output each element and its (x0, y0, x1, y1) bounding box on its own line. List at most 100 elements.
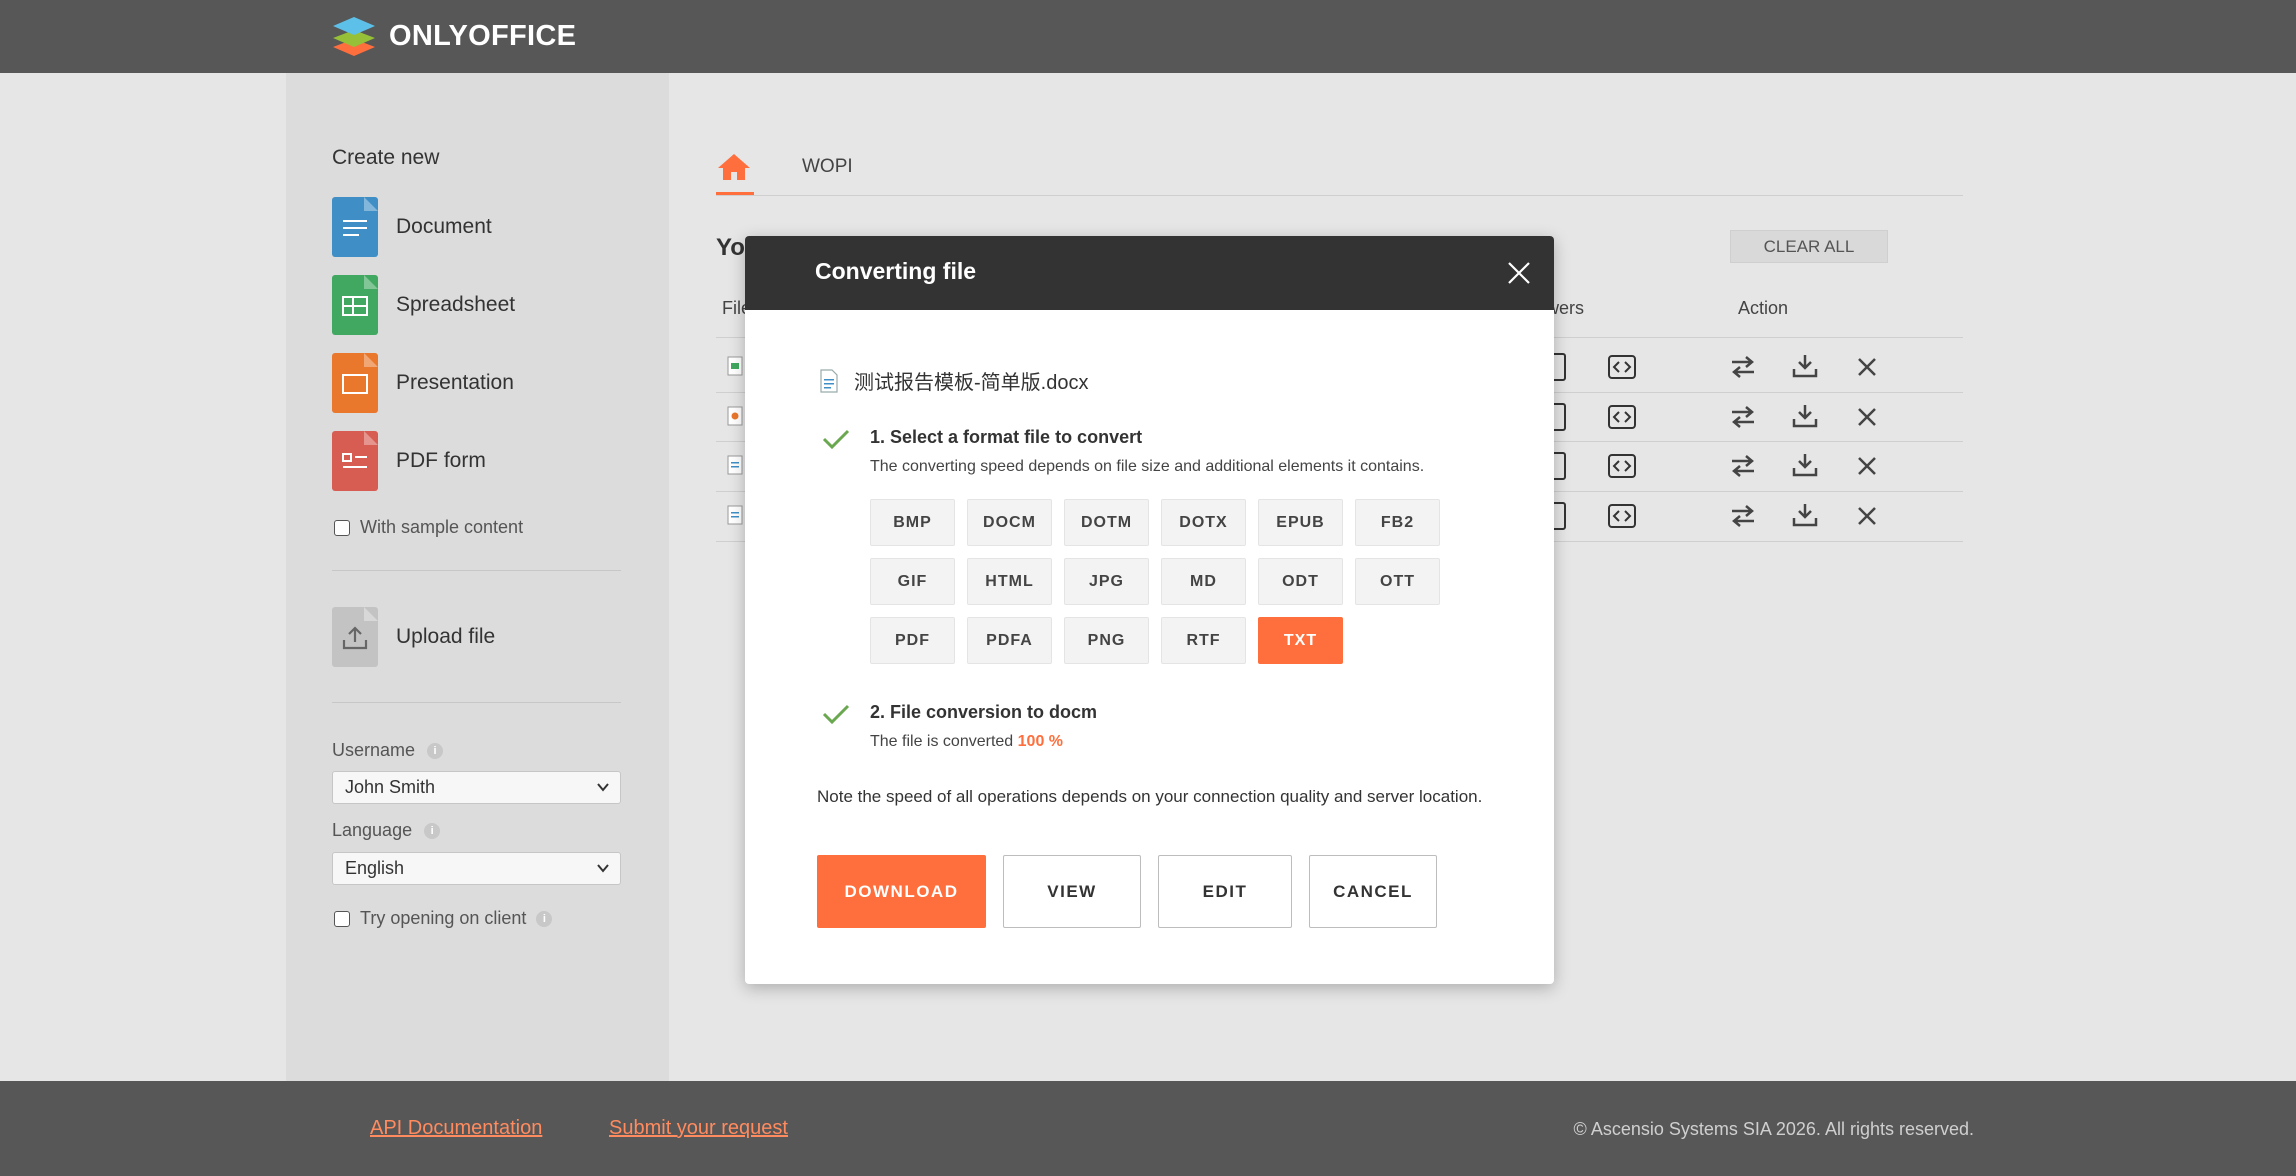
document-file-icon (727, 505, 743, 525)
username-value: John Smith (345, 777, 436, 797)
create-spreadsheet-label: Spreadsheet (396, 293, 516, 316)
converting-file-dialog: Converting file 测试报告模板-简单版.docx 1. Selec… (745, 236, 1554, 984)
language-select[interactable]: English (332, 852, 621, 885)
create-presentation[interactable]: Presentation (332, 353, 514, 413)
format-gif[interactable]: GIF (870, 558, 955, 605)
embed-view-icon[interactable] (1608, 355, 1636, 379)
download-icon[interactable] (1792, 452, 1818, 478)
language-label: Language (332, 820, 413, 840)
username-label: Username (332, 740, 416, 760)
create-new-title: Create new (332, 146, 440, 169)
step1-description: The converting speed depends on file siz… (870, 458, 1425, 475)
checkmark-icon (822, 704, 850, 725)
sample-content-checkbox[interactable] (334, 519, 350, 536)
document-file-icon (820, 368, 838, 393)
username-select[interactable]: John Smith (332, 771, 621, 804)
info-icon[interactable]: i (536, 910, 553, 927)
footer: API Documentation Submit your request © … (0, 1081, 2296, 1176)
file-name: 测试报告模板-简单版.docx (854, 372, 1089, 394)
convert-icon[interactable] (1730, 405, 1756, 429)
copyright-text: © Ascensio Systems SIA 2026. All rights … (1573, 1119, 1974, 1139)
format-html[interactable]: HTML (967, 558, 1052, 605)
step2-status-text: The file is converted (870, 733, 1014, 750)
delete-icon[interactable] (1857, 407, 1877, 427)
format-dotx[interactable]: DOTX (1161, 499, 1246, 546)
dialog-title: Converting file (815, 258, 977, 284)
create-presentation-label: Presentation (396, 371, 514, 394)
convert-icon[interactable] (1730, 454, 1756, 478)
step1-title: 1. Select a format file to convert (870, 427, 1143, 447)
format-epub[interactable]: EPUB (1258, 499, 1343, 546)
format-ott[interactable]: OTT (1355, 558, 1440, 605)
convert-icon[interactable] (1730, 355, 1756, 379)
username-label-row: Username i (332, 740, 444, 761)
column-action: Action (1738, 298, 1789, 318)
language-value: English (345, 858, 405, 878)
tab-wopi[interactable]: WOPI (802, 156, 853, 178)
checkmark-icon (822, 429, 850, 450)
brand-name: ONLYOFFICE (389, 19, 577, 52)
file-name-row: 测试报告模板-简单版.docx (820, 366, 1088, 395)
format-rtf[interactable]: RTF (1161, 617, 1246, 664)
spreadsheet-icon (332, 275, 378, 335)
document-icon (332, 197, 378, 257)
step2-status: The file is converted 100 % (870, 733, 1063, 751)
delete-icon[interactable] (1857, 506, 1877, 526)
document-file-icon (727, 455, 743, 475)
presentation-file-icon (727, 406, 743, 426)
your-files-title: Yo (716, 234, 745, 261)
download-icon[interactable] (1792, 403, 1818, 429)
delete-icon[interactable] (1857, 456, 1877, 476)
embed-view-icon[interactable] (1608, 454, 1636, 478)
embed-view-icon[interactable] (1608, 504, 1636, 528)
format-bmp[interactable]: BMP (870, 499, 955, 546)
upload-file-label: Upload file (396, 625, 496, 648)
format-pdf[interactable]: PDF (870, 617, 955, 664)
presentation-icon (332, 353, 378, 413)
try-client-checkbox[interactable] (334, 910, 350, 927)
try-client-checkbox-row[interactable]: Try opening on client i (334, 908, 553, 929)
create-pdf-form-label: PDF form (396, 449, 486, 472)
create-spreadsheet[interactable]: Spreadsheet (332, 275, 515, 335)
onlyoffice-logo[interactable]: ONLYOFFICE (331, 15, 576, 57)
clear-all-button[interactable]: CLEAR ALL (1730, 230, 1888, 263)
delete-icon[interactable] (1857, 357, 1877, 377)
download-icon[interactable] (1792, 353, 1818, 379)
home-icon[interactable] (716, 152, 752, 182)
conversion-percent: 100 % (1017, 733, 1064, 750)
convert-icon[interactable] (1730, 504, 1756, 528)
format-jpg[interactable]: JPG (1064, 558, 1149, 605)
embed-view-icon[interactable] (1608, 405, 1636, 429)
submit-request-link[interactable]: Submit your request (609, 1117, 788, 1140)
format-pdfa[interactable]: PDFA (967, 617, 1052, 664)
sample-content-checkbox-row[interactable]: With sample content (334, 517, 523, 538)
pdf-form-icon (332, 431, 378, 491)
chevron-down-icon (597, 864, 609, 873)
step2-title: 2. File conversion to docm (870, 702, 1098, 722)
onlyoffice-logo-icon (333, 17, 375, 56)
format-docm[interactable]: DOCM (967, 499, 1052, 546)
language-label-row: Language i (332, 820, 441, 841)
format-md[interactable]: MD (1161, 558, 1246, 605)
dialog-header: Converting file (745, 236, 1554, 310)
create-document-label: Document (396, 215, 492, 238)
download-button[interactable]: DOWNLOAD (817, 855, 986, 928)
edit-button[interactable]: EDIT (1158, 855, 1292, 928)
upload-file[interactable]: Upload file (332, 607, 495, 667)
download-icon[interactable] (1792, 502, 1818, 528)
api-documentation-link[interactable]: API Documentation (370, 1117, 542, 1140)
format-fb2[interactable]: FB2 (1355, 499, 1440, 546)
info-icon[interactable]: i (424, 822, 441, 839)
sample-content-label: With sample content (360, 517, 524, 537)
info-icon[interactable]: i (427, 742, 444, 759)
format-dotm[interactable]: DOTM (1064, 499, 1149, 546)
create-pdf-form[interactable]: PDF form (332, 431, 486, 491)
view-button[interactable]: VIEW (1003, 855, 1141, 928)
chevron-down-icon (597, 783, 609, 792)
format-odt[interactable]: ODT (1258, 558, 1343, 605)
format-png[interactable]: PNG (1064, 617, 1149, 664)
format-txt-selected[interactable]: TXT (1258, 617, 1343, 664)
cancel-button[interactable]: CANCEL (1309, 855, 1437, 928)
create-document[interactable]: Document (332, 197, 492, 257)
close-icon[interactable] (1506, 260, 1532, 286)
